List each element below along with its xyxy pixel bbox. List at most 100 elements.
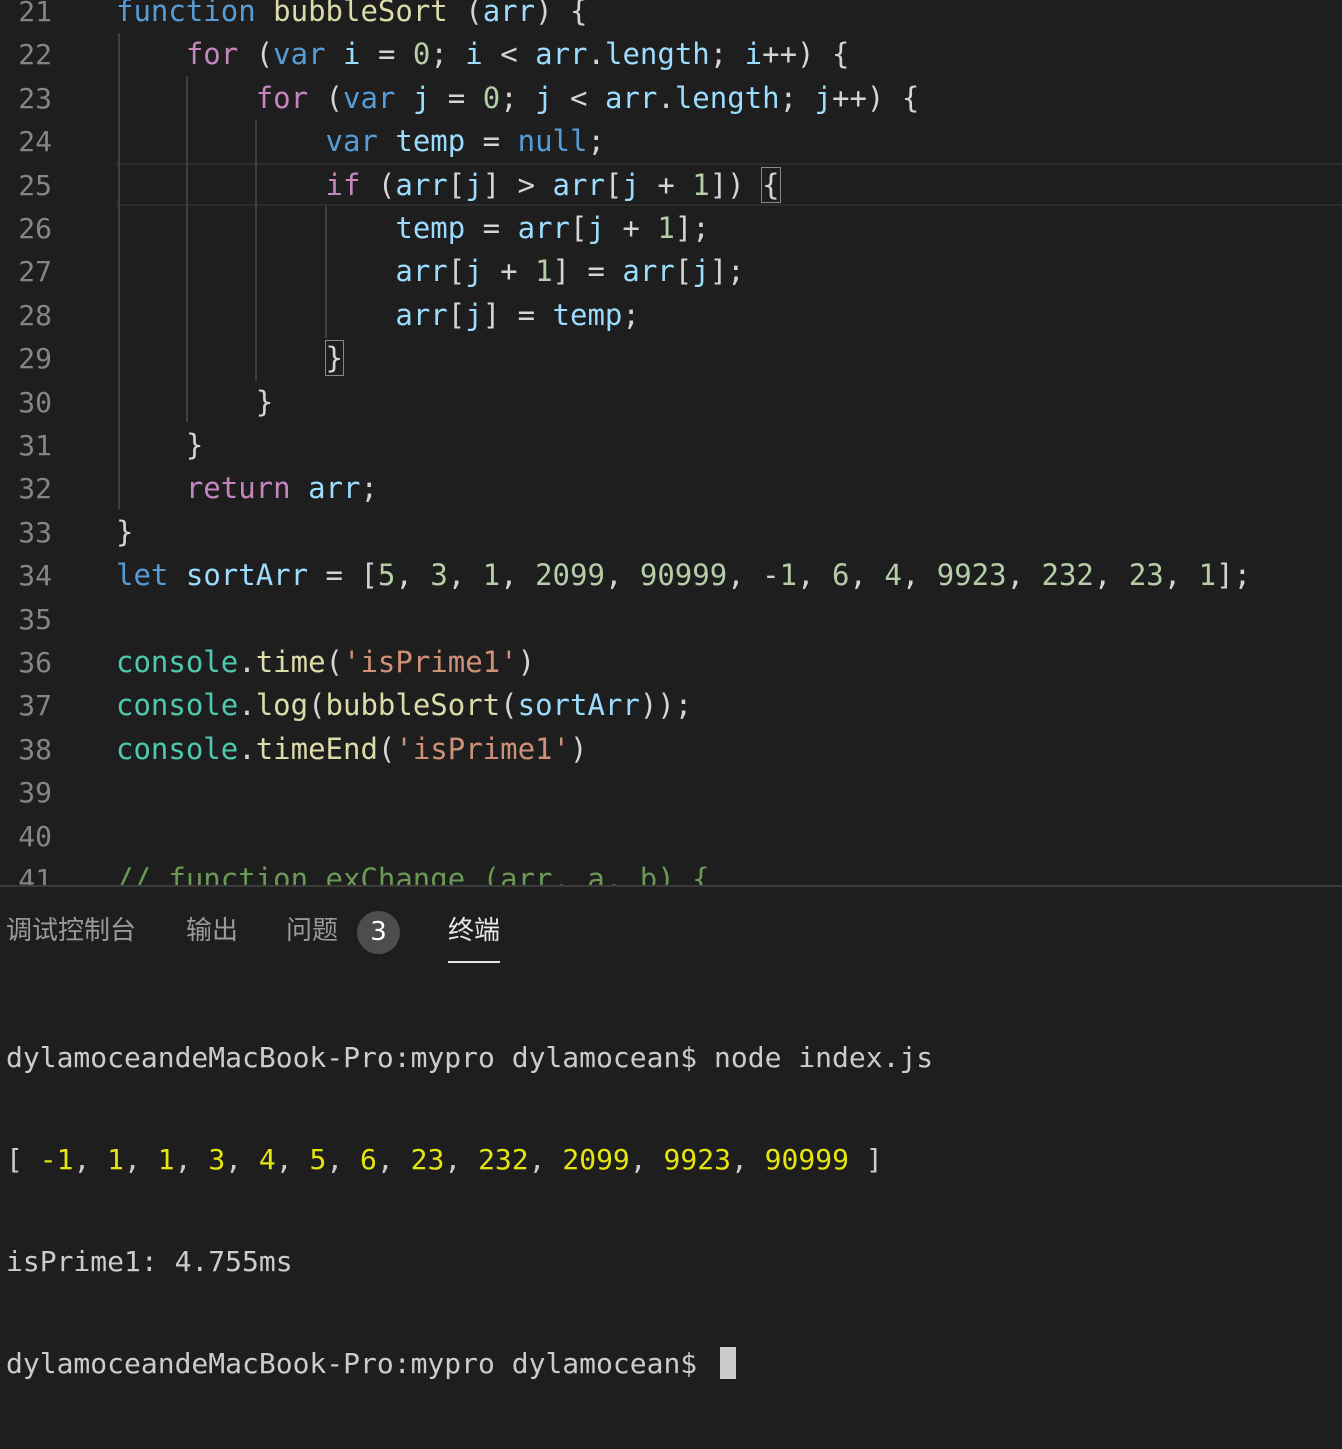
code-text: } <box>116 381 273 424</box>
code-token: var <box>343 80 396 115</box>
code-token: ( <box>447 0 483 28</box>
code-token: . <box>657 80 675 115</box>
code-token: 4 <box>884 558 902 593</box>
code-line[interactable]: 28 arr[j] = temp; <box>0 294 1342 337</box>
line-number: 21 <box>18 0 52 28</box>
code-token: . <box>238 731 256 766</box>
code-token: , <box>500 558 536 593</box>
code-token: ( <box>500 688 518 723</box>
code-token: 3 <box>430 558 448 593</box>
code-text: if (arr[j] > arr[j + 1]) { <box>116 164 781 207</box>
matched-bracket: { <box>761 166 781 203</box>
line-number: 27 <box>18 255 52 289</box>
array-separator: , <box>225 1143 259 1176</box>
code-line[interactable]: 27 arr[j + 1] = arr[j]; <box>0 250 1342 293</box>
code-line[interactable]: 23 for (var j = 0; j < arr.length; j++) … <box>0 77 1342 120</box>
array-value: 3 <box>208 1143 226 1176</box>
code-token: . <box>238 645 256 679</box>
code-line[interactable]: 31 } <box>0 424 1342 467</box>
code-line[interactable]: 38 console.timeEnd('isPrime1') <box>0 728 1342 771</box>
line-number: 38 <box>18 732 52 766</box>
code-line[interactable]: 29 } <box>0 337 1342 380</box>
code-token: ( <box>238 37 274 72</box>
code-token: + <box>604 211 658 245</box>
code-line[interactable]: 30 } <box>0 381 1342 424</box>
code-token: j <box>814 80 832 115</box>
line-number: 31 <box>18 429 52 462</box>
code-token: 1 <box>535 254 553 289</box>
code-editor[interactable]: 21 function bubbleSort (arr) {22 for (var… <box>0 0 1342 885</box>
code-line[interactable]: 36 console.time('isPrime1') <box>0 641 1342 684</box>
code-token: ; <box>779 80 815 115</box>
line-number: 34 <box>18 559 52 593</box>
problems-count-badge: 3 <box>357 911 400 954</box>
code-line[interactable]: 32 return arr; <box>0 467 1342 510</box>
code-token: ; <box>360 471 378 506</box>
array-value: 9923 <box>663 1143 731 1176</box>
code-token: [ <box>447 167 466 202</box>
array-separator: , <box>730 1143 765 1176</box>
code-token: ]; <box>709 254 745 289</box>
terminal-output[interactable]: dylamoceandeMacBook-Pro:mypro dylamocean… <box>6 973 933 1449</box>
line-number: 35 <box>18 602 52 636</box>
code-token: 90999 <box>639 558 728 593</box>
code-token: , <box>797 558 832 593</box>
code-token: ) <box>517 645 536 679</box>
code-line[interactable]: 41 // function exChange (arr, a, b) { <box>0 858 1342 885</box>
code-token: ( <box>325 645 343 679</box>
tab-debug-console[interactable]: 调试控制台 <box>6 911 136 951</box>
code-line[interactable]: 22 for (var i = 0; i < arr.length; i++) … <box>0 33 1342 76</box>
code-token: ] = <box>552 254 623 289</box>
code-text: // function exChange (arr, a, b) { <box>116 858 710 885</box>
array-separator: , <box>73 1143 108 1176</box>
array-separator: , <box>528 1143 563 1176</box>
code-token: return <box>185 471 291 506</box>
code-line[interactable]: 35 <box>0 598 1342 641</box>
code-token: ++) { <box>762 37 850 72</box>
code-token: + <box>639 167 693 202</box>
code-token: arr <box>535 37 588 72</box>
line-number: 23 <box>18 81 52 115</box>
code-text: let sortArr = [5, 3, 1, 2099, 90999, -1,… <box>116 554 1251 597</box>
array-bracket: [ <box>6 1143 40 1176</box>
code-line[interactable]: 37 console.log(bubbleSort(sortArr)); <box>0 684 1342 727</box>
code-token: i <box>343 37 361 72</box>
code-token: ( <box>377 731 396 766</box>
code-token: temp <box>395 211 466 245</box>
tab-output[interactable]: 输出 <box>186 911 238 951</box>
code-line[interactable]: 34 let sortArr = [5, 3, 1, 2099, 90999, -… <box>0 554 1342 597</box>
code-token: ) <box>569 731 588 766</box>
code-token: j <box>622 167 640 202</box>
line-number: 32 <box>18 472 52 506</box>
code-token: , <box>395 558 431 593</box>
code-token: 'isPrime1' <box>395 731 570 766</box>
tab-terminal[interactable]: 终端 <box>448 911 501 963</box>
code-token: } <box>116 514 134 549</box>
array-separator: , <box>376 1143 411 1176</box>
code-text: temp = arr[j + 1]; <box>116 207 709 250</box>
code-token: [ <box>604 167 623 202</box>
code-line[interactable]: 26 temp = arr[j + 1]; <box>0 207 1342 250</box>
code-line[interactable]: 33} <box>0 511 1342 554</box>
code-line[interactable]: 21 function bubbleSort (arr) { <box>0 0 1342 33</box>
code-line[interactable]: 39 <box>0 771 1342 814</box>
array-value: -1 <box>39 1143 74 1176</box>
code-token: if <box>325 167 361 202</box>
code-text: console.log(bubbleSort(sortArr)); <box>116 684 692 727</box>
code-token: ++) { <box>831 80 920 115</box>
code-line[interactable]: 25 if (arr[j] > arr[j + 1]) { <box>0 164 1342 207</box>
terminal-prompt: dylamoceandeMacBook-Pro:mypro dylamocean… <box>6 1041 715 1074</box>
terminal-command: node index.js <box>714 1041 934 1074</box>
array-value: 23 <box>410 1143 445 1176</box>
tab-problems[interactable]: 问题 <box>286 911 338 951</box>
code-line[interactable]: 40 <box>0 815 1342 858</box>
code-line[interactable]: 24 var temp = null; <box>0 120 1342 163</box>
code-token: console <box>116 731 239 766</box>
